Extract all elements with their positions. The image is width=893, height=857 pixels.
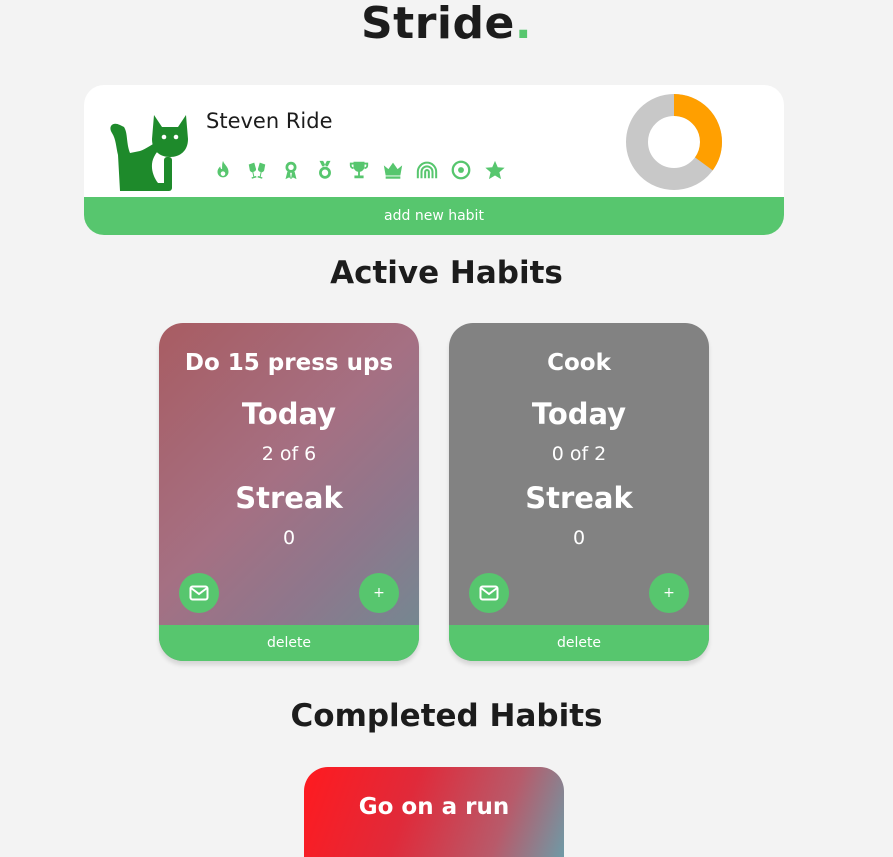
app-logo: Stride. xyxy=(0,0,893,49)
envelope-icon xyxy=(479,585,499,601)
star-icon xyxy=(482,157,507,182)
streak-label: Streak xyxy=(525,481,633,515)
delete-button[interactable]: delete xyxy=(159,625,419,661)
badge-list xyxy=(210,157,507,182)
increment-button[interactable]: + xyxy=(359,573,399,613)
streak-label: Streak xyxy=(235,481,343,515)
add-habit-button[interactable]: add new habit xyxy=(84,197,784,235)
completed-habits-title: Completed Habits xyxy=(290,698,603,734)
username: Steven Ride xyxy=(206,109,333,133)
completed-habit-card: Go on a run xyxy=(304,767,564,857)
completed-habit-name: Go on a run xyxy=(358,794,510,820)
cat-icon xyxy=(110,115,188,191)
habit-name: Do 15 press ups xyxy=(184,350,394,376)
streak-count: 0 xyxy=(282,527,296,549)
increment-button[interactable]: + xyxy=(649,573,689,613)
today-progress: 2 of 6 xyxy=(261,443,317,465)
today-label: Today xyxy=(531,397,627,431)
envelope-icon xyxy=(189,585,209,601)
today-progress: 0 of 2 xyxy=(551,443,607,465)
habit-name: Cook xyxy=(547,350,611,376)
logo-text: Stride xyxy=(360,0,515,49)
streak-count: 0 xyxy=(572,527,586,549)
trophy-icon xyxy=(346,157,371,182)
flame-icon xyxy=(210,157,235,182)
progress-donut xyxy=(626,94,722,190)
today-label: Today xyxy=(241,397,337,431)
habit-card: Do 15 press ups Today 2 of 6 Streak 0 + … xyxy=(159,323,419,661)
logo-dot: . xyxy=(514,0,533,49)
cheers-icon xyxy=(244,157,269,182)
mail-button[interactable] xyxy=(469,573,509,613)
active-habits-title: Active Habits xyxy=(330,255,563,291)
profile-card: Steven Ride add new habit xyxy=(84,85,784,235)
ribbon-icon xyxy=(278,157,303,182)
target-icon xyxy=(448,157,473,182)
mail-button[interactable] xyxy=(179,573,219,613)
crown-icon xyxy=(380,157,405,182)
delete-button[interactable]: delete xyxy=(449,625,709,661)
medal-icon xyxy=(312,157,337,182)
rainbow-icon xyxy=(414,157,439,182)
habit-card: Cook Today 0 of 2 Streak 0 + delete xyxy=(449,323,709,661)
